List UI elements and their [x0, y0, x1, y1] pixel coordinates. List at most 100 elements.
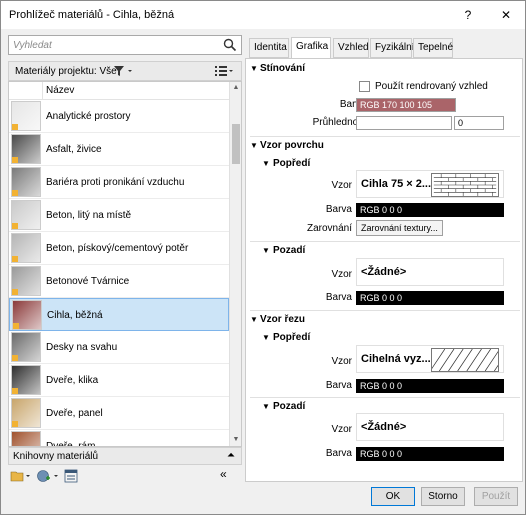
- cut-bg-pattern-selector[interactable]: <Žádné>: [356, 413, 504, 441]
- cut-fg-pattern-label: Vzor: [331, 356, 352, 367]
- cut-bg-pattern-name: <Žádné>: [361, 421, 407, 433]
- tab-vzhled[interactable]: Vzhled: [333, 38, 369, 58]
- collapse-left-icon[interactable]: «: [220, 467, 227, 481]
- project-materials-label: Materiály projektu: Vše: [15, 66, 117, 77]
- collapse-triangle-icon[interactable]: ▼: [262, 402, 270, 411]
- material-list-item[interactable]: Cihla, běžná: [9, 298, 229, 331]
- material-list-item[interactable]: Dveře, panel: [9, 397, 229, 430]
- surface-background-title: Pozadí: [273, 245, 306, 256]
- project-materials-bar: Materiály projektu: Vše: [8, 61, 242, 81]
- collapse-triangle-icon[interactable]: ▼: [250, 64, 258, 73]
- material-list-item[interactable]: Dveře, rám: [9, 430, 229, 446]
- divider: [250, 310, 520, 311]
- material-name: Beton, pískový/cementový potěr: [46, 243, 189, 254]
- close-button[interactable]: ✕: [491, 5, 521, 25]
- tab-grafika[interactable]: Grafika: [291, 37, 331, 59]
- surface-bg-color-field[interactable]: RGB 0 0 0: [356, 291, 504, 305]
- cut-foreground-title: Popředí: [273, 332, 311, 343]
- apply-button[interactable]: Použít: [474, 487, 518, 506]
- shading-title: Stínování: [260, 63, 306, 74]
- material-thumbnail: [11, 134, 41, 164]
- search-icon[interactable]: [223, 38, 237, 52]
- tab-identita[interactable]: Identita: [249, 38, 289, 58]
- search-input[interactable]: Vyhledat: [8, 35, 242, 55]
- material-libraries-label: Knihovny materiálů: [13, 451, 99, 462]
- surface-fg-color-label: Barva: [325, 204, 352, 215]
- cut-fg-color-field[interactable]: RGB 0 0 0: [356, 379, 504, 393]
- cut-foreground-header[interactable]: ▼ Popředí: [246, 330, 522, 346]
- list-scrollbar[interactable]: ▲ ▼: [229, 82, 241, 446]
- list-view-icon[interactable]: [215, 65, 235, 77]
- surface-pattern-section-header[interactable]: ▼ Vzor povrchu: [246, 138, 522, 154]
- scrollbar-thumb[interactable]: [232, 124, 240, 164]
- collapse-triangle-icon[interactable]: ▼: [262, 159, 270, 168]
- material-tag-icon: [12, 190, 18, 196]
- material-name: Dveře, klika: [46, 375, 99, 386]
- material-list-item[interactable]: Asfalt, živice: [9, 133, 229, 166]
- library-toolbar: «: [8, 467, 242, 485]
- material-name: Asfalt, živice: [46, 144, 102, 155]
- surface-bg-pattern-selector[interactable]: <Žádné>: [356, 258, 504, 286]
- material-thumbnail: [11, 266, 41, 296]
- shading-color-field[interactable]: RGB 170 100 105: [356, 98, 456, 112]
- material-name: Bariéra proti pronikání vzduchu: [46, 177, 185, 188]
- material-list-item[interactable]: Analytické prostory: [9, 100, 229, 133]
- use-render-appearance-checkbox[interactable]: [359, 81, 370, 92]
- scroll-down-icon[interactable]: ▼: [230, 434, 241, 446]
- brick-pattern-preview-icon: [431, 173, 499, 197]
- cut-fg-pattern-selector[interactable]: Cihelná vyz...: [356, 345, 504, 373]
- material-tag-icon: [12, 421, 18, 427]
- cancel-button[interactable]: Storno: [421, 487, 465, 506]
- collapse-triangle-icon[interactable]: ▼: [262, 246, 270, 255]
- cut-pattern-section-header[interactable]: ▼ Vzor řezu: [246, 312, 522, 328]
- material-tag-icon: [12, 223, 18, 229]
- surface-background-header[interactable]: ▼ Pozadí: [246, 243, 522, 259]
- material-thumbnail: [11, 233, 41, 263]
- cut-bg-color-label: Barva: [325, 448, 352, 459]
- surface-bg-pattern-label: Vzor: [331, 269, 352, 280]
- transparency-slider[interactable]: [356, 116, 452, 130]
- surface-fg-pattern-selector[interactable]: Cihla 75 × 2...: [356, 170, 504, 198]
- material-list-item[interactable]: Desky na svahu: [9, 331, 229, 364]
- material-list-item[interactable]: Dveře, klika: [9, 364, 229, 397]
- ok-button[interactable]: OK: [371, 487, 415, 506]
- surface-bg-pattern-name: <Žádné>: [361, 266, 407, 278]
- asset-browser-icon[interactable]: [64, 469, 78, 483]
- graphics-panel: ▼ Stínování Použít rendrovaný vzhled Bar…: [245, 58, 523, 482]
- collapse-triangle-icon[interactable]: ▼: [250, 141, 258, 150]
- column-header-name[interactable]: Název: [46, 85, 74, 96]
- cut-bg-color-field[interactable]: RGB 0 0 0: [356, 447, 504, 461]
- title-bar: Prohlížeč materiálů - Cihla, běžná ? ✕: [1, 1, 525, 29]
- material-list-item[interactable]: Beton, pískový/cementový potěr: [9, 232, 229, 265]
- material-thumbnail: [12, 300, 42, 330]
- material-list-item[interactable]: Betonové Tvárnice: [9, 265, 229, 298]
- texture-alignment-button[interactable]: Zarovnání textury...: [356, 220, 443, 236]
- collapse-triangle-icon[interactable]: ▼: [250, 315, 258, 324]
- use-render-appearance-label: Použít rendrovaný vzhled: [375, 81, 488, 92]
- material-list-item[interactable]: Beton, litý na místě: [9, 199, 229, 232]
- collapse-up-icon[interactable]: ⏶: [227, 450, 235, 461]
- tab-fyzikalni[interactable]: Fyzikální: [370, 38, 414, 58]
- cut-bg-pattern-label: Vzor: [331, 424, 352, 435]
- surface-fg-color-field[interactable]: RGB 0 0 0: [356, 203, 504, 217]
- list-header: Název: [9, 82, 229, 100]
- tab-tepelne[interactable]: Tepelné: [413, 38, 453, 58]
- diagonal-hatch-preview-icon: [431, 348, 499, 372]
- create-material-icon[interactable]: [36, 469, 62, 483]
- window-title: Prohlížeč materiálů - Cihla, běžná: [9, 9, 175, 21]
- divider: [250, 241, 520, 242]
- surface-bg-color-label: Barva: [325, 292, 352, 303]
- scroll-up-icon[interactable]: ▲: [230, 82, 241, 94]
- open-library-icon[interactable]: [10, 469, 34, 483]
- material-libraries-bar[interactable]: Knihovny materiálů ⏶: [8, 447, 242, 465]
- surface-fg-pattern-name: Cihla 75 × 2...: [361, 178, 432, 190]
- help-button[interactable]: ?: [453, 5, 483, 25]
- material-list-item[interactable]: Bariéra proti pronikání vzduchu: [9, 166, 229, 199]
- material-tag-icon: [12, 355, 18, 361]
- filter-icon[interactable]: [113, 65, 135, 77]
- material-name: Analytické prostory: [46, 111, 131, 122]
- shading-section-header[interactable]: ▼ Stínování: [246, 61, 522, 77]
- collapse-triangle-icon[interactable]: ▼: [262, 333, 270, 342]
- material-name: Cihla, běžná: [47, 310, 103, 321]
- transparency-input[interactable]: 0: [454, 116, 504, 130]
